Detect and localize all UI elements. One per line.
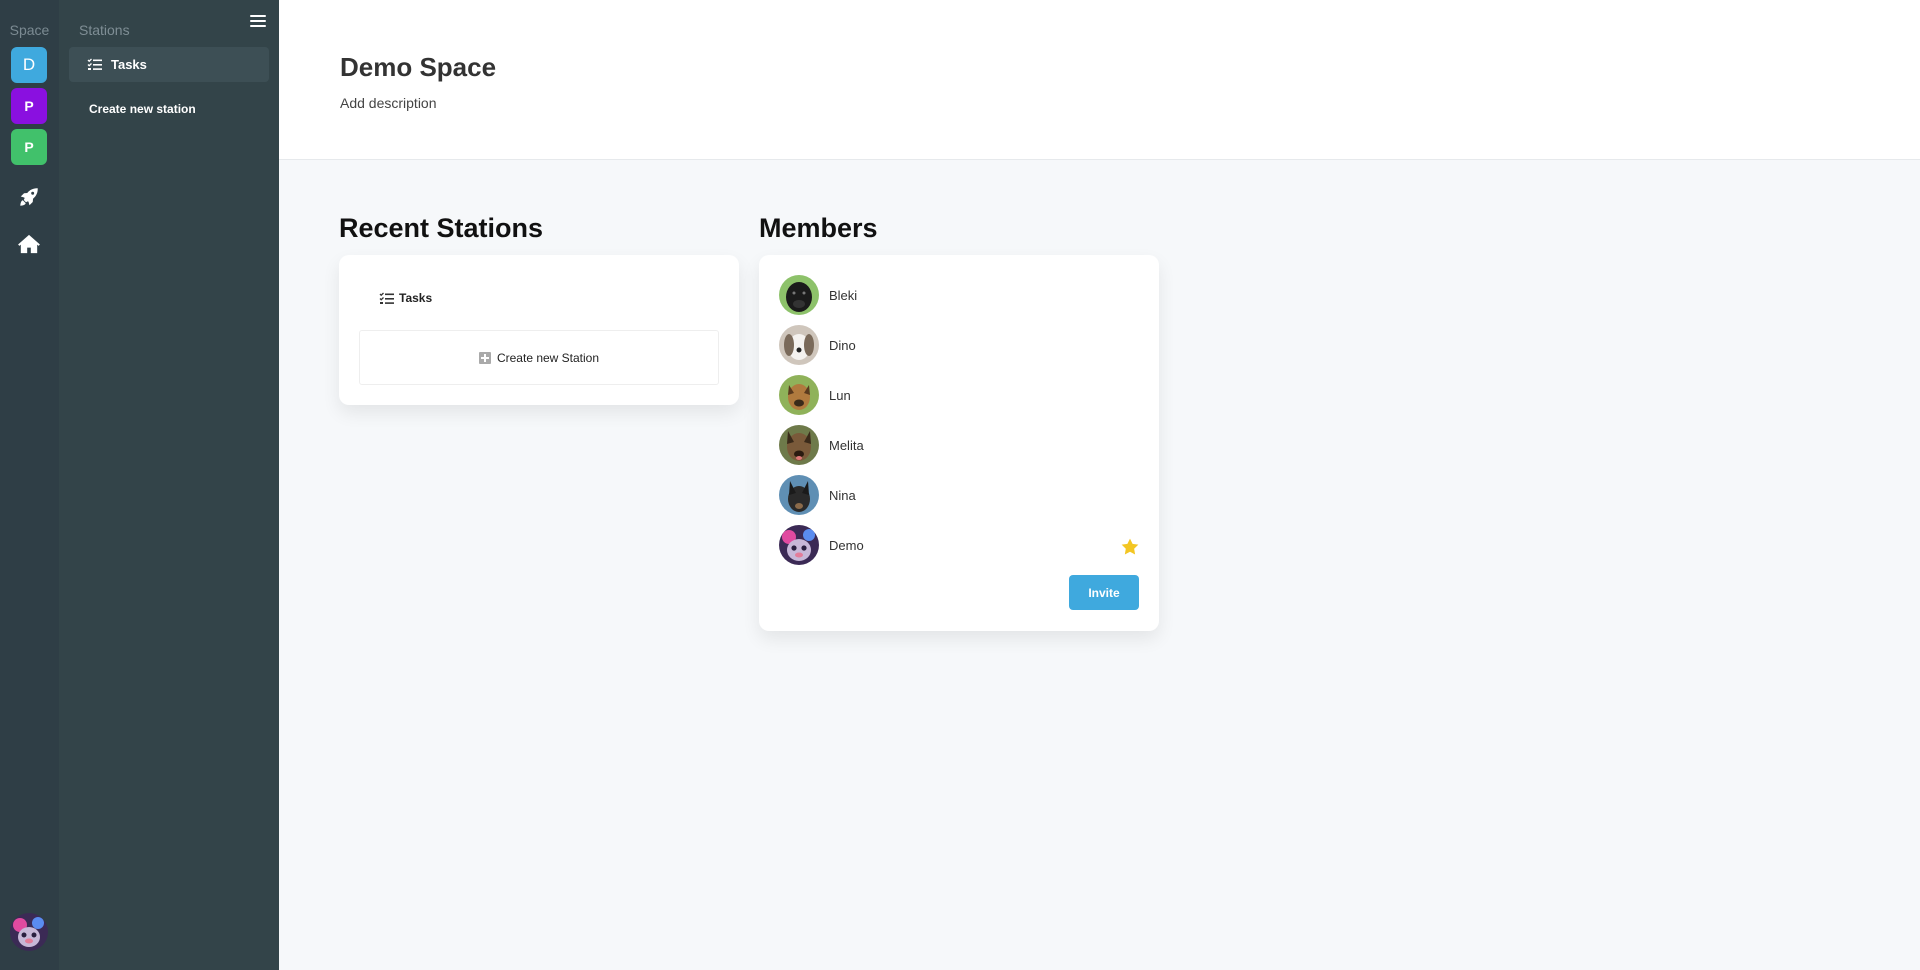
member-row[interactable]: Lun bbox=[779, 375, 1139, 415]
avatar bbox=[779, 525, 819, 565]
stations-title: Stations bbox=[79, 22, 130, 38]
recent-stations-title: Recent Stations bbox=[339, 213, 544, 243]
space-button-d[interactable]: D bbox=[11, 47, 47, 83]
space-rail: Space D P P bbox=[0, 0, 59, 970]
task-list-icon bbox=[87, 58, 102, 70]
avatar bbox=[779, 475, 819, 515]
stations-panel: Stations Tasks Create new station bbox=[59, 0, 279, 970]
member-name: Melita bbox=[829, 437, 864, 453]
member-row[interactable]: Melita bbox=[779, 425, 1139, 465]
member-name: Bleki bbox=[829, 287, 858, 303]
space-rail-title: Space bbox=[9, 22, 50, 38]
member-name: Dino bbox=[829, 337, 856, 353]
create-new-station-link[interactable]: Create new station bbox=[89, 102, 196, 116]
sidebar-item-tasks[interactable]: Tasks bbox=[69, 47, 269, 82]
avatar bbox=[779, 275, 819, 315]
plus-icon bbox=[478, 351, 491, 364]
hamburger-menu-icon[interactable] bbox=[250, 15, 266, 29]
star-icon[interactable] bbox=[1121, 538, 1139, 555]
add-description-link[interactable]: Add description bbox=[340, 95, 437, 111]
task-list-icon bbox=[379, 292, 394, 304]
member-row[interactable]: Bleki bbox=[779, 275, 1139, 315]
sidebar-item-tasks-label: Tasks bbox=[111, 57, 147, 72]
member-row[interactable]: Demo bbox=[779, 525, 1139, 565]
create-new-station-button[interactable]: Create new Station bbox=[359, 330, 719, 385]
member-name: Demo bbox=[829, 537, 864, 553]
invite-button[interactable]: Invite bbox=[1069, 575, 1139, 610]
recent-stations-card: Tasks Create new Station bbox=[339, 255, 739, 405]
home-icon[interactable] bbox=[15, 230, 43, 258]
avatar bbox=[779, 375, 819, 415]
member-name: Nina bbox=[829, 487, 856, 503]
page-title: Demo Space bbox=[340, 52, 497, 82]
member-name: Lun bbox=[829, 387, 851, 403]
space-header: Demo Space Add description bbox=[279, 0, 1920, 160]
member-row[interactable]: Dino bbox=[779, 325, 1139, 365]
space-button-p1[interactable]: P bbox=[11, 88, 47, 124]
rocket-icon[interactable] bbox=[15, 183, 43, 211]
recent-station-tasks[interactable]: Tasks bbox=[379, 291, 432, 305]
avatar bbox=[779, 325, 819, 365]
recent-station-label: Tasks bbox=[399, 291, 433, 305]
user-avatar[interactable] bbox=[10, 913, 48, 951]
avatar bbox=[779, 425, 819, 465]
member-row[interactable]: Nina bbox=[779, 475, 1139, 515]
space-button-p2[interactable]: P bbox=[11, 129, 47, 165]
members-title: Members bbox=[759, 213, 878, 243]
members-card: Bleki Dino Lun Melita Nina Demo Invite bbox=[759, 255, 1159, 631]
create-new-station-label: Create new Station bbox=[496, 350, 600, 365]
